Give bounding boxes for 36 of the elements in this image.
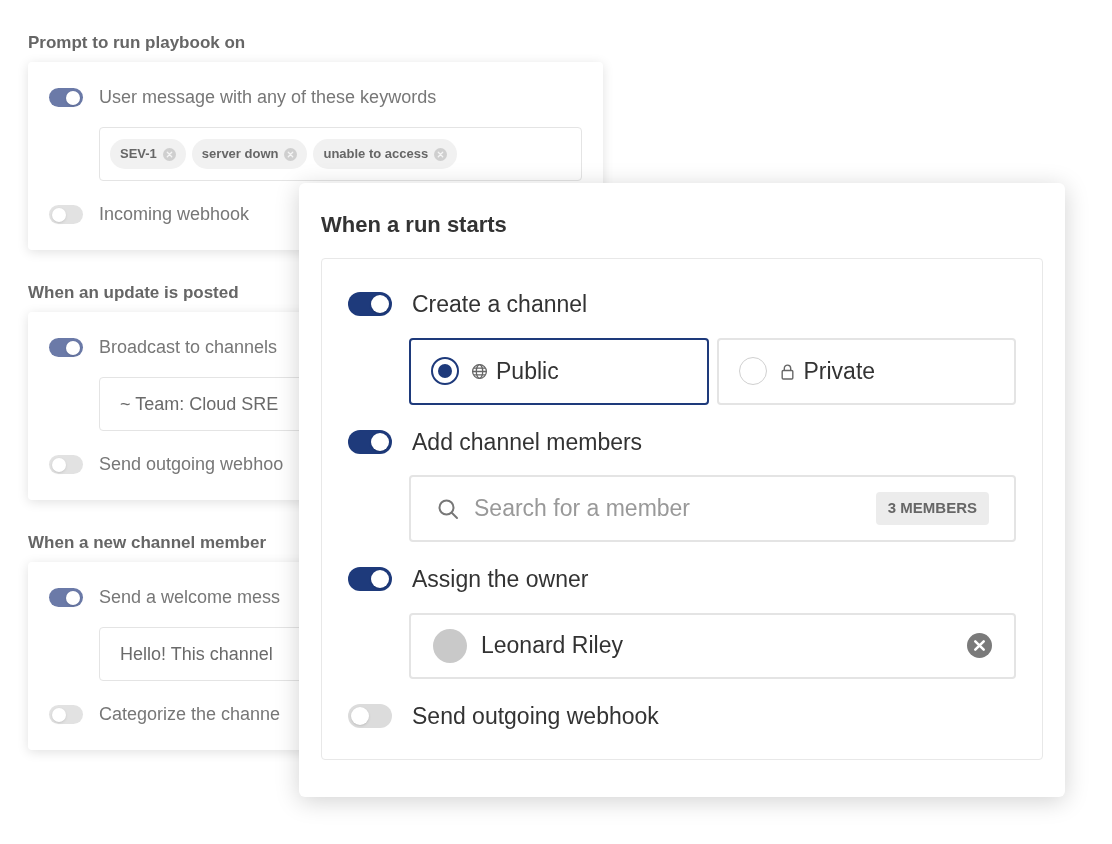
member-count-badge: 3 MEMBERS: [875, 492, 989, 525]
option-label: Broadcast to channels: [99, 336, 278, 359]
dialog-title: When a run starts: [321, 211, 508, 239]
option-label: Assign the owner: [412, 565, 589, 594]
member-search-field[interactable]: Search for a member 3 MEMBERS: [409, 475, 1016, 542]
option-label: Send a welcome mess: [99, 586, 281, 609]
option-label: Send outgoing webhook: [412, 701, 659, 731]
option-label: Incoming webhook: [99, 203, 250, 226]
lock-icon: [778, 362, 796, 380]
option-label: Send outgoing webhoo: [99, 453, 284, 476]
radio-option[interactable]: Private: [716, 337, 1016, 405]
owner-field[interactable]: Leonard Riley: [409, 612, 1016, 679]
option-label: Add channel members: [412, 427, 643, 457]
toggle-switch[interactable]: [348, 429, 392, 454]
radio-option[interactable]: Public: [409, 337, 709, 405]
remove-icon[interactable]: [967, 633, 992, 658]
toggle-switch[interactable]: [348, 292, 392, 317]
globe-icon: [471, 362, 488, 380]
toggle-switch[interactable]: [49, 88, 83, 107]
avatar: [433, 628, 467, 663]
radio-icon: [431, 357, 459, 385]
section-heading: Prompt to run playbook on: [28, 32, 247, 52]
section-heading: When a new channel member: [28, 532, 268, 552]
toggle-switch[interactable]: [348, 703, 392, 728]
section-heading: When an update is posted: [28, 282, 240, 302]
toggle-switch[interactable]: [49, 705, 83, 724]
owner-name: Leonard Riley: [481, 631, 624, 661]
toggle-switch[interactable]: [49, 338, 83, 357]
toggle-switch[interactable]: [49, 588, 83, 607]
toggle-switch[interactable]: [49, 455, 83, 474]
member-search-input[interactable]: Search for a member: [474, 491, 862, 526]
toggle-switch[interactable]: [348, 567, 392, 592]
toggle-switch[interactable]: [49, 205, 83, 224]
option-label: User message with any of these keywords: [99, 86, 437, 109]
option-label: Create a channel: [412, 290, 588, 319]
option-label: Categorize the channe: [99, 703, 281, 726]
